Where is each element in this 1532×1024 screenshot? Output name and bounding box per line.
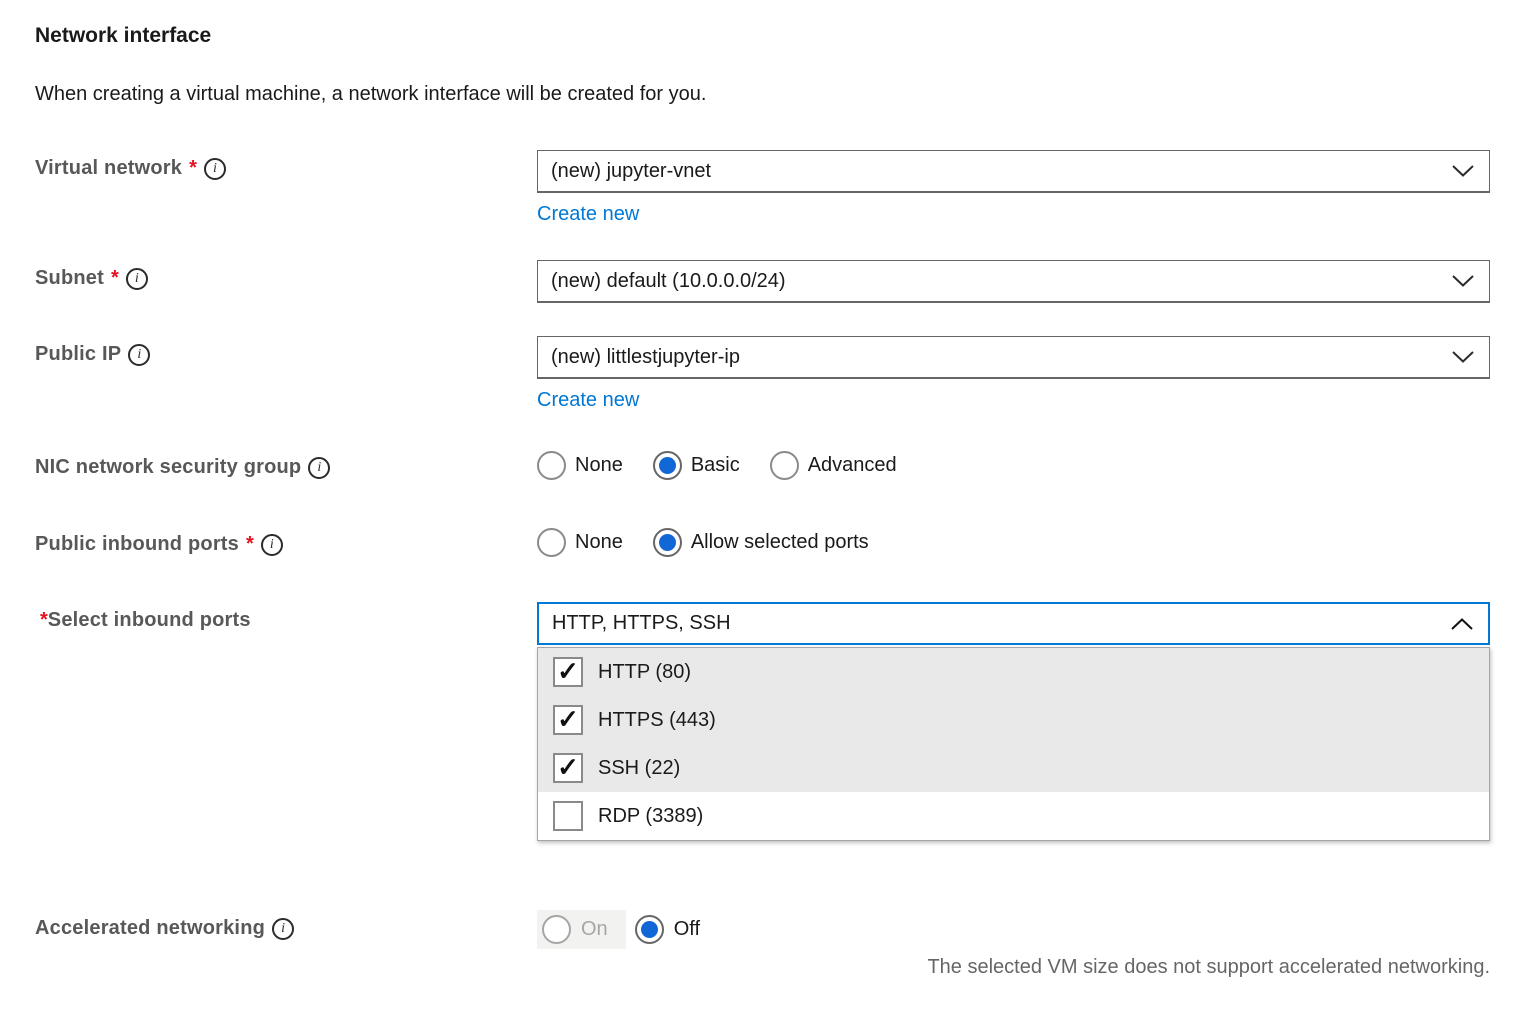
- field-row-accelerated-networking: Accelerated networking i On Off The sele…: [35, 910, 1490, 979]
- info-icon[interactable]: i: [126, 268, 148, 290]
- accelerated-networking-toggle: On Off: [537, 910, 1490, 949]
- inbound-port-option-http[interactable]: HTTP (80): [538, 648, 1489, 696]
- public-inbound-ports-radio-group: None Allow selected ports: [537, 526, 1490, 557]
- chevron-down-icon: [1452, 275, 1474, 287]
- public-ip-label-group: Public IP i: [35, 336, 537, 366]
- required-asterisk: *: [189, 157, 197, 180]
- info-icon[interactable]: i: [128, 344, 150, 366]
- section-description: When creating a virtual machine, a netwo…: [35, 82, 1490, 106]
- radio-nsg-advanced[interactable]: Advanced: [770, 451, 897, 480]
- chevron-up-icon: [1451, 618, 1473, 630]
- nic-nsg-radio-group: None Basic Advanced: [537, 449, 1490, 480]
- subnet-label-group: Subnet * i: [35, 260, 537, 290]
- radio-icon: [635, 915, 664, 944]
- virtual-network-value: (new) jupyter-vnet: [551, 160, 711, 183]
- required-asterisk: *: [111, 267, 119, 290]
- inbound-port-option-label: SSH (22): [598, 757, 680, 780]
- radio-icon: [653, 451, 682, 480]
- radio-inbound-allow-label: Allow selected ports: [691, 531, 869, 554]
- info-icon[interactable]: i: [204, 158, 226, 180]
- checkbox-icon: [553, 657, 583, 687]
- radio-nsg-none[interactable]: None: [537, 451, 623, 480]
- select-inbound-ports-value: HTTP, HTTPS, SSH: [552, 612, 731, 635]
- field-row-public-ip: Public IP i (new) littlestjupyter-ip Cre…: [35, 336, 1490, 412]
- field-row-public-inbound-ports: Public inbound ports * i None Allow sele…: [35, 526, 1490, 557]
- required-asterisk: *: [40, 609, 48, 632]
- field-row-select-inbound-ports: * Select inbound ports HTTP, HTTPS, SSH …: [35, 602, 1490, 841]
- radio-inbound-none[interactable]: None: [537, 528, 623, 557]
- toggle-on: On: [537, 910, 626, 949]
- radio-icon: [542, 915, 571, 944]
- public-ip-select[interactable]: (new) littlestjupyter-ip: [537, 336, 1490, 379]
- virtual-network-label-group: Virtual network * i: [35, 150, 537, 180]
- toggle-off[interactable]: Off: [635, 915, 700, 944]
- radio-inbound-allow[interactable]: Allow selected ports: [653, 528, 869, 557]
- virtual-network-select[interactable]: (new) jupyter-vnet: [537, 150, 1490, 193]
- create-new-vnet-link[interactable]: Create new: [537, 202, 639, 226]
- create-new-public-ip-link[interactable]: Create new: [537, 388, 639, 412]
- accelerated-networking-helper: The selected VM size does not support ac…: [537, 955, 1490, 979]
- info-icon[interactable]: i: [261, 534, 283, 556]
- radio-icon: [653, 528, 682, 557]
- field-row-subnet: Subnet * i (new) default (10.0.0.0/24): [35, 260, 1490, 303]
- radio-inbound-none-label: None: [575, 531, 623, 554]
- public-inbound-ports-label: Public inbound ports: [35, 533, 239, 556]
- inbound-port-option-https[interactable]: HTTPS (443): [538, 696, 1489, 744]
- accelerated-networking-label-group: Accelerated networking i: [35, 910, 537, 940]
- toggle-off-label: Off: [674, 918, 700, 941]
- inbound-port-option-rdp[interactable]: RDP (3389): [538, 792, 1489, 840]
- inbound-ports-dropdown: HTTP (80) HTTPS (443) SSH (22) RDP (3389…: [537, 647, 1490, 841]
- inbound-port-option-label: HTTPS (443): [598, 709, 716, 732]
- radio-nsg-none-label: None: [575, 454, 623, 477]
- field-row-virtual-network: Virtual network * i (new) jupyter-vnet C…: [35, 150, 1490, 226]
- radio-nsg-basic-label: Basic: [691, 454, 740, 477]
- network-interface-section: Network interface When creating a virtua…: [0, 0, 1532, 1024]
- inbound-port-option-label: HTTP (80): [598, 661, 691, 684]
- radio-nsg-advanced-label: Advanced: [808, 454, 897, 477]
- accelerated-networking-label: Accelerated networking: [35, 917, 265, 940]
- subnet-label: Subnet: [35, 267, 104, 290]
- required-asterisk: *: [246, 533, 254, 556]
- inbound-port-option-label: RDP (3389): [598, 805, 703, 828]
- subnet-value: (new) default (10.0.0.0/24): [551, 270, 786, 293]
- checkbox-icon: [553, 753, 583, 783]
- select-inbound-ports-combobox[interactable]: HTTP, HTTPS, SSH: [537, 602, 1490, 645]
- radio-icon: [537, 528, 566, 557]
- select-inbound-ports-label-group: * Select inbound ports: [35, 602, 537, 632]
- radio-icon: [537, 451, 566, 480]
- checkbox-icon: [553, 705, 583, 735]
- public-ip-label: Public IP: [35, 343, 121, 366]
- toggle-on-label: On: [581, 918, 608, 941]
- nic-nsg-label-group: NIC network security group i: [35, 449, 537, 479]
- inbound-port-option-ssh[interactable]: SSH (22): [538, 744, 1489, 792]
- select-inbound-ports-label: Select inbound ports: [48, 609, 251, 632]
- public-ip-value: (new) littlestjupyter-ip: [551, 346, 740, 369]
- info-icon[interactable]: i: [308, 457, 330, 479]
- radio-nsg-basic[interactable]: Basic: [653, 451, 740, 480]
- radio-icon: [770, 451, 799, 480]
- subnet-select[interactable]: (new) default (10.0.0.0/24): [537, 260, 1490, 303]
- section-title: Network interface: [35, 24, 1490, 48]
- info-icon[interactable]: i: [272, 918, 294, 940]
- public-inbound-ports-label-group: Public inbound ports * i: [35, 526, 537, 556]
- field-row-nic-nsg: NIC network security group i None Basic …: [35, 449, 1490, 480]
- checkbox-icon: [553, 801, 583, 831]
- chevron-down-icon: [1452, 165, 1474, 177]
- chevron-down-icon: [1452, 351, 1474, 363]
- nic-nsg-label: NIC network security group: [35, 456, 301, 479]
- virtual-network-label: Virtual network: [35, 157, 182, 180]
